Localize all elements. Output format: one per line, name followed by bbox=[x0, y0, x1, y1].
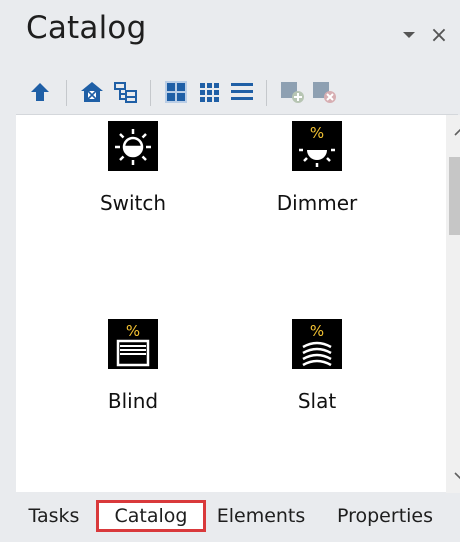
large-icons-view-button[interactable] bbox=[162, 78, 190, 106]
catalog-content: Switch % Dimmer % Blind % Slat bbox=[16, 114, 460, 493]
catalog-toolbar bbox=[22, 74, 442, 112]
blind-icon: % bbox=[108, 319, 158, 369]
list-view-icon bbox=[231, 83, 253, 100]
catalog-item-label: Switch bbox=[99, 191, 167, 215]
home-icon bbox=[81, 82, 103, 102]
list-view-button[interactable] bbox=[228, 78, 256, 106]
tab-catalog[interactable]: Catalog bbox=[96, 500, 206, 532]
tab-tasks[interactable]: Tasks bbox=[22, 500, 86, 532]
tab-elements[interactable]: Elements bbox=[212, 500, 310, 532]
scroll-up-button[interactable] bbox=[446, 119, 460, 145]
slat-icon: % bbox=[292, 319, 342, 369]
close-button[interactable]: × bbox=[428, 22, 450, 48]
small-icons-view-button[interactable] bbox=[196, 78, 224, 106]
chevron-down-icon bbox=[454, 472, 460, 480]
chevron-down-icon bbox=[403, 32, 415, 38]
tree-button[interactable] bbox=[112, 78, 140, 106]
toolbar-separator bbox=[150, 80, 151, 106]
light-switch-icon bbox=[108, 121, 158, 171]
catalog-item-label: Blind bbox=[107, 389, 159, 413]
catalog-item-slat[interactable]: % Slat bbox=[242, 319, 392, 429]
chevron-up-icon bbox=[454, 128, 460, 136]
remove-item-icon bbox=[313, 82, 336, 103]
catalog-item-blind[interactable]: % Blind bbox=[58, 319, 208, 429]
add-item-icon bbox=[281, 82, 304, 103]
catalog-item-dimmer[interactable]: % Dimmer bbox=[242, 121, 392, 231]
toolbar-separator bbox=[266, 80, 267, 106]
scrollbar-thumb[interactable] bbox=[449, 157, 460, 235]
toolbar-separator bbox=[66, 80, 67, 106]
catalog-panel: Catalog × Switch % Dimmer % Blind % Slat… bbox=[0, 0, 460, 542]
percent-badge: % bbox=[310, 322, 324, 340]
vertical-scrollbar[interactable] bbox=[446, 115, 460, 493]
up-arrow-icon bbox=[31, 83, 49, 101]
catalog-item-label: Slat bbox=[297, 389, 337, 413]
tree-icon bbox=[114, 82, 137, 103]
panel-options-dropdown[interactable] bbox=[398, 24, 420, 46]
home-button[interactable] bbox=[78, 78, 106, 106]
bottom-tab-bar: Tasks Catalog Elements Properties bbox=[16, 492, 460, 540]
small-icons-view-icon bbox=[200, 83, 219, 102]
close-icon: × bbox=[429, 22, 449, 48]
add-item-button[interactable] bbox=[278, 78, 306, 106]
up-button[interactable] bbox=[26, 78, 54, 106]
large-icons-view-icon bbox=[165, 81, 187, 103]
dimmer-icon: % bbox=[292, 121, 342, 171]
percent-badge: % bbox=[126, 322, 140, 340]
catalog-item-switch[interactable]: Switch bbox=[58, 121, 208, 231]
catalog-item-label: Dimmer bbox=[276, 191, 358, 215]
tab-properties[interactable]: Properties bbox=[328, 500, 442, 532]
remove-item-button[interactable] bbox=[310, 78, 338, 106]
panel-title: Catalog bbox=[26, 10, 147, 46]
scroll-down-button[interactable] bbox=[446, 463, 460, 489]
percent-badge: % bbox=[310, 124, 324, 142]
